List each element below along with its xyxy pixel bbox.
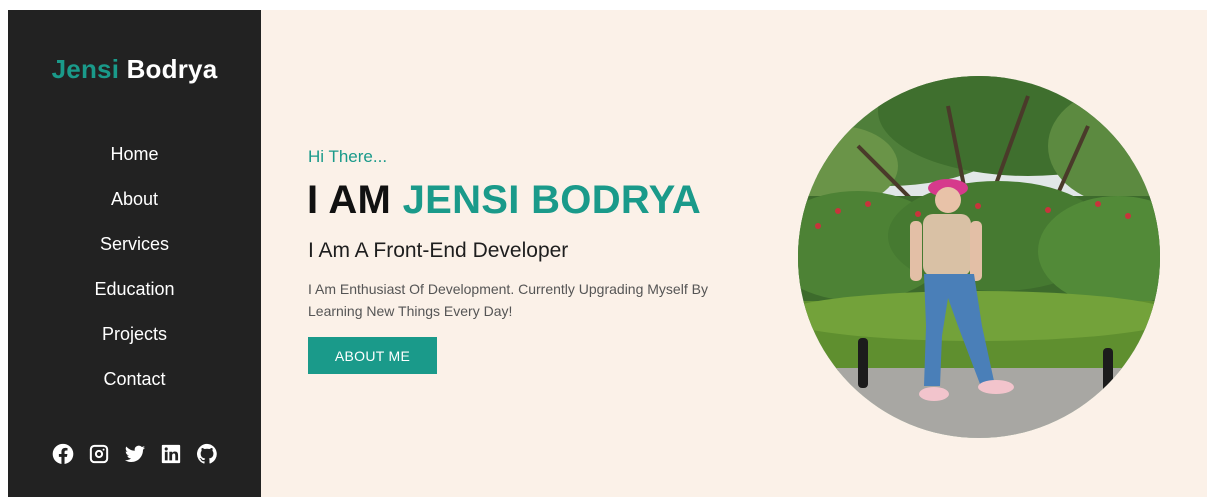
github-icon[interactable] — [196, 443, 218, 465]
instagram-icon[interactable] — [88, 443, 110, 465]
brand-logo[interactable]: Jensi Bodrya — [8, 54, 261, 85]
nav-menu: Home About Services Education Projects C… — [8, 143, 261, 413]
hero-role: I Am A Front-End Developer — [308, 239, 569, 262]
sidebar: Jensi Bodrya Home About Services Educati… — [8, 10, 261, 497]
page-frame: Jensi Bodrya Home About Services Educati… — [8, 10, 1207, 497]
nav-item-home[interactable]: Home — [8, 143, 261, 188]
twitter-icon[interactable] — [124, 443, 146, 465]
nav-item-education[interactable]: Education — [8, 278, 261, 323]
hero-headline: I AM JENSI BODRYA — [307, 178, 701, 223]
hero-greeting: Hi There... — [308, 147, 388, 166]
hero-description: I Am Enthusiast Of Development. Currentl… — [308, 281, 708, 319]
facebook-icon[interactable] — [52, 443, 74, 465]
hero-section: Hi There... I AM JENSI BODRYA I Am A Fro… — [261, 10, 1207, 497]
nav-item-contact[interactable]: Contact — [8, 368, 261, 413]
nav-item-projects[interactable]: Projects — [8, 323, 261, 368]
nav-item-services[interactable]: Services — [8, 233, 261, 278]
profile-photo — [798, 76, 1160, 438]
nav-item-about[interactable]: About — [8, 188, 261, 233]
social-links — [8, 443, 261, 465]
brand-last-name: Bodrya — [126, 54, 218, 84]
brand-first-name: Jensi — [51, 54, 120, 84]
linkedin-icon[interactable] — [160, 443, 182, 465]
headline-name: JENSI BODRYA — [402, 178, 702, 222]
about-me-button[interactable]: ABOUT ME — [308, 337, 437, 374]
headline-prefix: I AM — [307, 178, 392, 222]
